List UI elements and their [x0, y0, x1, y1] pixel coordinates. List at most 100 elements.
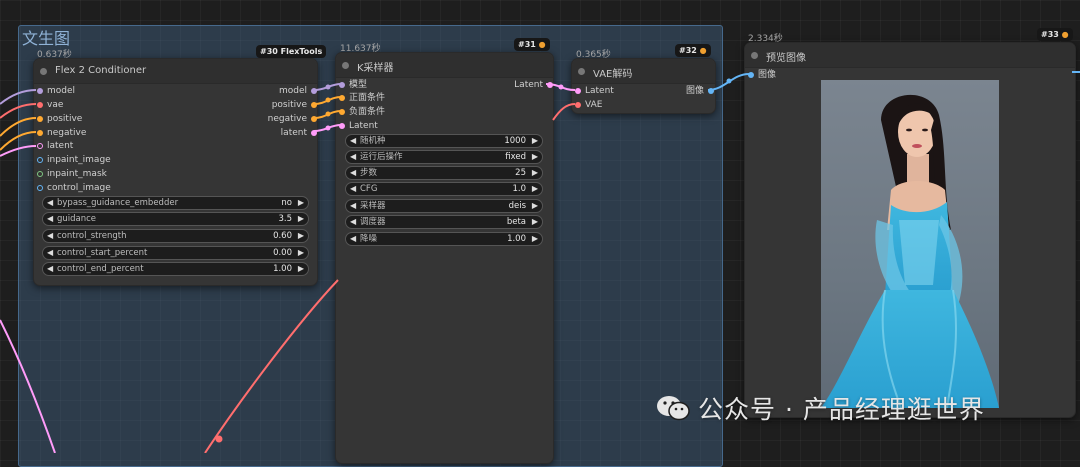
- slot-ring-icon[interactable]: [37, 157, 43, 163]
- collapse-dot-icon[interactable]: [342, 62, 349, 69]
- output-latent[interactable]: latent: [237, 127, 317, 139]
- widget-steps[interactable]: ◀ 步数 25 ▶: [345, 166, 543, 180]
- node-flex2-conditioner[interactable]: Flex 2 Conditioner model vae positive ne…: [33, 58, 318, 286]
- widget-name: guidance: [57, 214, 97, 224]
- slot-dot-icon[interactable]: [339, 82, 345, 88]
- widget-name: CFG: [360, 184, 378, 194]
- slot-dot-icon[interactable]: [339, 109, 345, 115]
- arrow-right-icon[interactable]: ▶: [532, 135, 538, 147]
- slot-dot-icon[interactable]: [311, 102, 317, 108]
- arrow-left-icon[interactable]: ◀: [350, 135, 356, 147]
- arrow-left-icon[interactable]: ◀: [350, 200, 356, 212]
- slot-label: negative: [47, 128, 87, 138]
- arrow-left-icon[interactable]: ◀: [47, 213, 53, 225]
- arrow-right-icon[interactable]: ▶: [298, 197, 304, 209]
- widget-sampler[interactable]: ◀ 采样器 deis ▶: [345, 199, 543, 213]
- slot-dot-icon[interactable]: [339, 95, 345, 101]
- widget-value: 3.5: [278, 214, 292, 224]
- slot-dot-icon[interactable]: [311, 88, 317, 94]
- arrow-right-icon[interactable]: ▶: [532, 216, 538, 228]
- arrow-left-icon[interactable]: ◀: [47, 247, 53, 259]
- arrow-left-icon[interactable]: ◀: [47, 197, 53, 209]
- node-header[interactable]: 预览图像: [745, 43, 1075, 68]
- preview-image[interactable]: [821, 80, 999, 408]
- widget-control-after-generate[interactable]: ◀ 运行后操作 fixed ▶: [345, 150, 543, 164]
- slot-label: model: [47, 86, 76, 96]
- widget-seed[interactable]: ◀ 随机种 1000 ▶: [345, 134, 543, 148]
- arrow-left-icon[interactable]: ◀: [350, 151, 356, 163]
- slot-dot-icon[interactable]: [547, 82, 553, 88]
- slot-dot-icon[interactable]: [748, 72, 754, 78]
- slot-dot-icon[interactable]: [339, 123, 345, 129]
- slot-label: inpaint_mask: [47, 169, 107, 179]
- wire-dot: [726, 78, 732, 84]
- widget-control-start-percent[interactable]: ◀ control_start_percent 0.00 ▶: [42, 246, 309, 260]
- arrow-left-icon[interactable]: ◀: [47, 230, 53, 242]
- badge-label: #31: [518, 40, 536, 49]
- arrow-right-icon[interactable]: ▶: [532, 151, 538, 163]
- node-30-badge: #30 FlexTools: [256, 45, 327, 58]
- slot-ring-icon[interactable]: [37, 171, 43, 177]
- widget-name: control_strength: [57, 231, 127, 241]
- widget-scheduler[interactable]: ◀ 调度器 beta ▶: [345, 215, 543, 229]
- widget-denoise[interactable]: ◀ 降噪 1.00 ▶: [345, 232, 543, 246]
- slot-label: 负面条件: [349, 107, 386, 117]
- arrow-right-icon[interactable]: ▶: [298, 247, 304, 259]
- widget-name: 随机种: [360, 136, 386, 146]
- slot-dot-icon[interactable]: [311, 130, 317, 136]
- node-preview-image[interactable]: 预览图像 图像: [744, 42, 1076, 418]
- widget-cfg[interactable]: ◀ CFG 1.0 ▶: [345, 182, 543, 196]
- slot-label: inpaint_image: [47, 155, 111, 165]
- widget-value: fixed: [505, 152, 526, 162]
- node-vae-decode[interactable]: VAE解码 Latent VAE 图像: [571, 58, 716, 114]
- arrow-left-icon[interactable]: ◀: [350, 216, 356, 228]
- node-title: 预览图像: [766, 53, 806, 64]
- widget-value: 1000: [504, 136, 526, 146]
- arrow-left-icon[interactable]: ◀: [350, 233, 356, 245]
- widget-guidance[interactable]: ◀ guidance 3.5 ▶: [42, 212, 309, 226]
- arrow-right-icon[interactable]: ▶: [532, 200, 538, 212]
- arrow-right-icon[interactable]: ▶: [298, 230, 304, 242]
- arrow-right-icon[interactable]: ▶: [298, 213, 304, 225]
- slot-label: vae: [47, 100, 64, 110]
- arrow-right-icon[interactable]: ▶: [532, 183, 538, 195]
- slot-dot-icon[interactable]: [311, 116, 317, 122]
- node-header[interactable]: Flex 2 Conditioner: [34, 59, 317, 84]
- output-model[interactable]: model: [237, 85, 317, 97]
- slot-dot-icon[interactable]: [37, 88, 43, 94]
- badge-label: #32: [679, 46, 697, 55]
- slot-dot-icon[interactable]: [575, 88, 581, 94]
- slot-dot-icon[interactable]: [37, 130, 43, 136]
- widget-control-end-percent[interactable]: ◀ control_end_percent 1.00 ▶: [42, 262, 309, 276]
- collapse-dot-icon[interactable]: [751, 52, 758, 59]
- slot-label: 模型: [349, 80, 368, 90]
- node-header[interactable]: K采样器: [336, 53, 553, 78]
- collapse-dot-icon[interactable]: [40, 68, 47, 75]
- output-latent[interactable]: Latent: [483, 79, 553, 91]
- output-negative[interactable]: negative: [237, 113, 317, 125]
- slot-dot-icon[interactable]: [708, 88, 714, 94]
- node-ksampler[interactable]: K采样器 模型 正面条件 负面条件 Latent Latent ◀ 随机种 1000…: [335, 52, 554, 464]
- arrow-left-icon[interactable]: ◀: [350, 167, 356, 179]
- slot-dot-icon[interactable]: [575, 102, 581, 108]
- slot-dot-icon[interactable]: [37, 102, 43, 108]
- arrow-left-icon[interactable]: ◀: [350, 183, 356, 195]
- slot-dot-icon[interactable]: [37, 116, 43, 122]
- arrow-right-icon[interactable]: ▶: [298, 263, 304, 275]
- widget-value: 1.00: [273, 264, 292, 274]
- widget-control-strength[interactable]: ◀ control_strength 0.60 ▶: [42, 229, 309, 243]
- widget-value: 25: [515, 168, 526, 178]
- arrow-right-icon[interactable]: ▶: [532, 233, 538, 245]
- node-31-badge: #31 ●: [514, 38, 550, 51]
- watermark: 公众号 · 产品经理逛世界: [656, 390, 985, 428]
- collapse-dot-icon[interactable]: [578, 68, 585, 75]
- arrow-right-icon[interactable]: ▶: [532, 167, 538, 179]
- output-positive[interactable]: positive: [237, 99, 317, 111]
- slot-ring-icon[interactable]: [37, 143, 43, 149]
- slot-ring-icon[interactable]: [37, 185, 43, 191]
- widget-bypass-guidance-embedder[interactable]: ◀ bypass_guidance_embedder no ▶: [42, 196, 309, 210]
- fox-icon: ●: [1061, 30, 1069, 39]
- output-image[interactable]: 图像: [654, 85, 714, 97]
- node-header[interactable]: VAE解码: [572, 59, 715, 84]
- arrow-left-icon[interactable]: ◀: [47, 263, 53, 275]
